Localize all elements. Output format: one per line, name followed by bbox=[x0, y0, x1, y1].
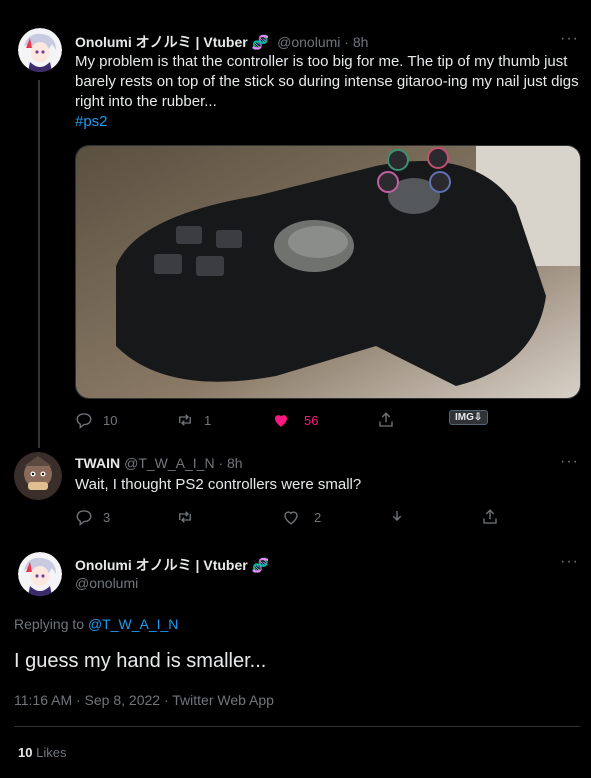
avatar[interactable] bbox=[18, 552, 62, 596]
handle-time[interactable]: @onolumi · 8h bbox=[277, 34, 368, 50]
tweet-header: TWAIN @T_W_A_I_N · 8h bbox=[75, 455, 243, 471]
divider bbox=[14, 726, 580, 727]
likes-stat[interactable]: 10 Likes bbox=[18, 745, 66, 760]
reply-count: 10 bbox=[103, 412, 118, 428]
reply-button[interactable]: 10 bbox=[75, 411, 117, 429]
like-count: 56 bbox=[304, 412, 319, 428]
share-icon bbox=[379, 412, 393, 427]
avatar[interactable] bbox=[18, 28, 62, 72]
retweet-button[interactable]: 1 bbox=[176, 411, 211, 429]
display-name[interactable]: Onolumi オノルミ | Vtuber bbox=[75, 555, 248, 575]
more-icon[interactable]: ··· bbox=[560, 553, 579, 571]
dna-icon: 🧬 bbox=[251, 33, 270, 50]
tweet-meta[interactable]: 11:16 AM · Sep 8, 2022 · Twitter Web App bbox=[14, 692, 274, 708]
likes-count: 10 bbox=[18, 745, 33, 760]
thread-line bbox=[38, 80, 40, 448]
share-icon bbox=[483, 509, 497, 524]
retweet-count: 1 bbox=[204, 412, 212, 428]
handle[interactable]: @onolumi bbox=[75, 575, 138, 591]
reply-icon bbox=[76, 510, 92, 526]
author-name: Onolumi オノルミ | Vtuber 🧬 bbox=[75, 555, 269, 575]
img-download-badge[interactable]: IMG⇩ bbox=[449, 410, 489, 425]
replying-label: Replying to bbox=[14, 616, 85, 632]
display-name[interactable]: Onolumi オノルミ | Vtuber bbox=[75, 32, 248, 52]
share-button[interactable] bbox=[377, 411, 395, 429]
replying-to: Replying to @T_W_A_I_N bbox=[14, 616, 178, 632]
heart-icon bbox=[284, 511, 298, 525]
likes-label: Likes bbox=[36, 745, 67, 760]
like-button[interactable]: 56 bbox=[272, 411, 318, 429]
download-button[interactable] bbox=[388, 508, 406, 526]
reply-count: 3 bbox=[103, 509, 111, 525]
tweet-text: Wait, I thought PS2 controllers were sma… bbox=[75, 476, 362, 493]
retweet-icon bbox=[179, 414, 191, 426]
tweet-photo[interactable] bbox=[75, 145, 581, 399]
tweet-header: Onolumi オノルミ | Vtuber 🧬 @onolumi · 8h bbox=[75, 32, 368, 52]
replying-handle-link[interactable]: @T_W_A_I_N bbox=[88, 616, 178, 632]
share-button[interactable] bbox=[481, 508, 499, 526]
handle-time[interactable]: @T_W_A_I_N · 8h bbox=[124, 455, 242, 471]
like-count: 2 bbox=[314, 509, 322, 525]
retweet-button[interactable] bbox=[176, 508, 204, 526]
like-button[interactable]: 2 bbox=[282, 508, 321, 526]
retweet-icon bbox=[179, 511, 191, 523]
hashtag-link[interactable]: #ps2 bbox=[75, 113, 108, 130]
display-name[interactable]: TWAIN bbox=[75, 455, 120, 471]
reply-button[interactable]: 3 bbox=[75, 508, 110, 526]
main-tweet-text: I guess my hand is smaller... bbox=[14, 650, 267, 672]
download-icon bbox=[392, 511, 402, 521]
reply-icon bbox=[76, 413, 92, 429]
heart-filled-icon bbox=[275, 415, 287, 427]
dna-icon: 🧬 bbox=[251, 556, 270, 573]
avatar[interactable] bbox=[14, 452, 62, 500]
tweet-text: My problem is that the controller is too… bbox=[75, 53, 579, 110]
more-icon[interactable]: ··· bbox=[560, 30, 579, 48]
more-icon[interactable]: ··· bbox=[560, 453, 579, 471]
